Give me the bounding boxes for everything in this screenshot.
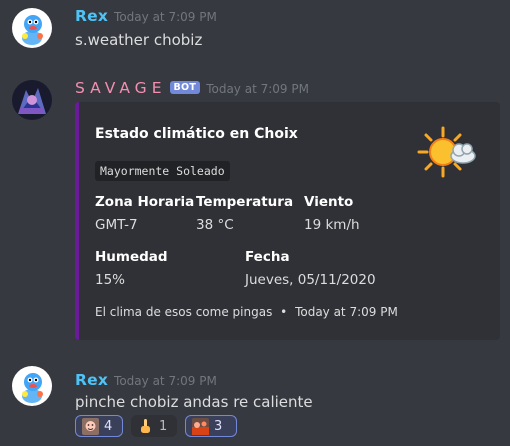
bot-message-header: SAVAGE BOT Today at 7:09 PM xyxy=(75,78,309,97)
field-name-wind: Viento xyxy=(304,194,354,210)
rex-avatar[interactable] xyxy=(12,366,52,406)
reaction-count: 4 xyxy=(104,418,113,434)
sun-cloud-icon xyxy=(415,122,479,186)
reaction-face[interactable]: 4 xyxy=(75,415,123,437)
timestamp: Today at 7:09 PM xyxy=(114,10,217,24)
bot-username[interactable]: SAVAGE xyxy=(75,79,167,97)
scene-emoji-icon xyxy=(192,417,209,435)
middle-finger-icon xyxy=(141,418,150,433)
field-name-temperature: Temperatura xyxy=(196,194,294,210)
message-text: s.weather chobiz xyxy=(75,31,203,49)
reaction-middle-finger[interactable]: 1 xyxy=(131,415,177,437)
field-value-temperature: 38 °C xyxy=(196,217,234,233)
username[interactable]: Rex xyxy=(75,371,108,389)
message-text: pinche chobiz andas re caliente xyxy=(75,393,313,411)
field-value-wind: 19 km/h xyxy=(304,217,360,233)
rex-avatar[interactable] xyxy=(12,8,52,48)
field-name-date: Fecha xyxy=(245,249,290,265)
field-value-timezone: GMT-7 xyxy=(95,217,138,233)
weather-embed: Estado climático en Choix Mayormente Sol… xyxy=(75,102,500,340)
savage-avatar[interactable] xyxy=(12,80,52,120)
footer-separator: • xyxy=(280,305,288,319)
footer-text: El clima de esos come pingas xyxy=(95,305,273,319)
message-rex-1: Rex Today at 7:09 PM s.weather chobiz xyxy=(0,0,510,60)
message-header: Rex Today at 7:09 PM xyxy=(75,6,217,25)
field-value-humidity: 15% xyxy=(95,272,126,288)
embed-title: Estado climático en Choix xyxy=(95,126,298,142)
field-name-humidity: Humedad xyxy=(95,249,168,265)
embed-code-block: Mayormente Soleado xyxy=(95,161,230,181)
face-emoji-icon xyxy=(82,417,99,435)
reaction-count: 3 xyxy=(214,418,223,434)
footer-timestamp: Today at 7:09 PM xyxy=(295,305,398,319)
message-header: Rex Today at 7:09 PM xyxy=(75,370,217,389)
field-value-date: Jueves, 05/11/2020 xyxy=(245,272,376,288)
reaction-count: 1 xyxy=(159,418,168,434)
field-name-timezone: Zona Horaria xyxy=(95,194,195,210)
timestamp: Today at 7:09 PM xyxy=(206,82,309,96)
embed-footer: El clima de esos come pingas • Today at … xyxy=(95,305,398,319)
bot-tag: BOT xyxy=(169,81,201,94)
username[interactable]: Rex xyxy=(75,7,108,25)
timestamp: Today at 7:09 PM xyxy=(114,374,217,388)
reaction-scene[interactable]: 3 xyxy=(185,415,237,437)
